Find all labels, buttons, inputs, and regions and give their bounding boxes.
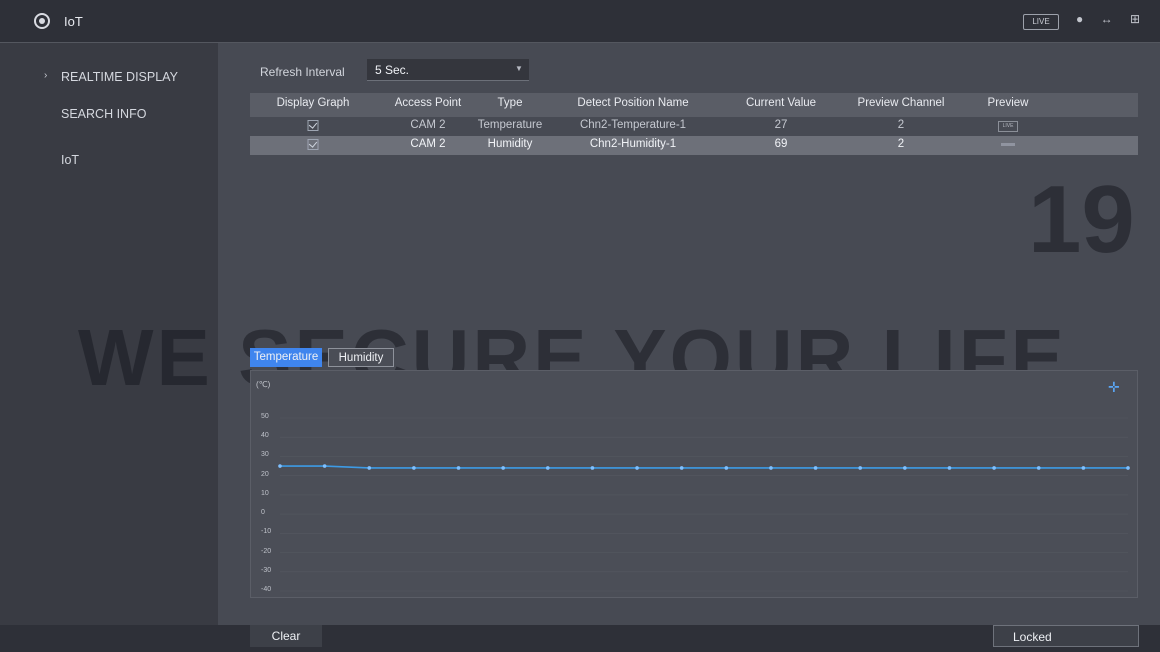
type-cell: Temperature <box>477 119 543 131</box>
y-tick-label: -20 <box>261 547 272 555</box>
sidebar-item-label: REALTIME DISPLAY <box>61 70 178 84</box>
y-tick-label: -40 <box>261 586 272 593</box>
refresh-interval-value: 5 Sec. <box>375 63 410 77</box>
display-graph-checkbox[interactable] <box>307 139 319 150</box>
top-bar: IoT LIVE ● ↔ ⊞ <box>0 0 1160 43</box>
preview-indicator[interactable] <box>1001 143 1015 146</box>
sidebar-item-label: IoT <box>61 153 80 167</box>
refresh-interval-select[interactable]: 5 Sec. ▼ <box>367 59 529 81</box>
column-display-graph: Display Graph <box>276 97 350 109</box>
chart-container <box>250 370 1138 598</box>
position-cell: Chn2-Humidity-1 <box>589 138 677 150</box>
bottom-bar <box>0 625 1160 652</box>
table-row[interactable]: CAM 2 Temperature Chn2-Temperature-1 27 … <box>250 117 1138 136</box>
sidebar-item-realtime-display[interactable]: › REALTIME DISPLAY <box>0 58 218 98</box>
column-current-value: Current Value <box>745 97 817 109</box>
locked-button[interactable]: Locked <box>993 625 1139 647</box>
network-icon[interactable]: ↔ <box>1101 12 1120 26</box>
live-preview-button[interactable]: LIVE <box>998 121 1018 132</box>
tab-humidity[interactable]: Humidity <box>328 348 394 367</box>
position-cell: Chn2-Temperature-1 <box>579 119 687 131</box>
sidebar-item-label: SEARCH INFO <box>61 107 147 121</box>
iot-table: Display Graph Access Point Type Detect P… <box>250 93 1138 157</box>
table-header: Display Graph Access Point Type Detect P… <box>250 93 1138 117</box>
y-tick-label: 30 <box>261 451 269 459</box>
sidebar: › REALTIME DISPLAY SEARCH INFO IoT <box>0 43 218 625</box>
grid-icon[interactable]: ⊞ <box>1130 12 1147 26</box>
value-cell: 27 <box>774 119 788 131</box>
channel-cell: 2 <box>897 119 905 131</box>
y-tick-label: 20 <box>261 470 269 478</box>
y-tick-label: 0 <box>261 509 265 517</box>
access-point-cell: CAM 2 <box>410 138 446 150</box>
column-type: Type <box>497 97 523 109</box>
column-access-point: Access Point <box>394 97 462 109</box>
y-tick-label: -30 <box>261 566 272 574</box>
user-icon[interactable]: ● <box>1076 12 1090 26</box>
column-detect-position-name: Detect Position Name <box>577 97 689 109</box>
plus-icon[interactable]: ✛ <box>1108 379 1120 396</box>
y-tick-label: 50 <box>261 413 269 420</box>
y-tick-label: -10 <box>261 528 272 536</box>
chevron-right-icon: › <box>44 70 48 81</box>
channel-cell: 2 <box>897 138 905 150</box>
chevron-down-icon: ▼ <box>515 64 523 73</box>
chart-unit-label: (℃) <box>256 380 271 389</box>
y-tick-label: 40 <box>261 432 269 440</box>
y-tick-label: 10 <box>261 489 269 497</box>
app-title: IoT <box>64 14 83 29</box>
top-right-icons: ● ↔ ⊞ <box>1076 12 1147 26</box>
table-row[interactable]: CAM 2 Humidity Chn2-Humidity-1 69 2 <box>250 136 1138 155</box>
refresh-interval-label: Refresh Interval <box>260 65 345 79</box>
column-preview-channel: Preview Channel <box>857 97 945 109</box>
live-button[interactable]: LIVE <box>1023 14 1059 30</box>
value-cell: 69 <box>774 138 788 150</box>
display-graph-checkbox[interactable] <box>307 120 319 131</box>
tab-temperature[interactable]: Temperature <box>250 348 322 367</box>
sidebar-item-search-info[interactable]: SEARCH INFO <box>0 95 218 135</box>
clear-button[interactable]: Clear <box>250 625 322 647</box>
column-preview: Preview <box>987 97 1029 109</box>
access-point-cell: CAM 2 <box>410 119 446 131</box>
globe-icon <box>34 13 50 29</box>
sidebar-item-iot[interactable]: IoT <box>0 141 218 181</box>
type-cell: Humidity <box>487 138 533 150</box>
